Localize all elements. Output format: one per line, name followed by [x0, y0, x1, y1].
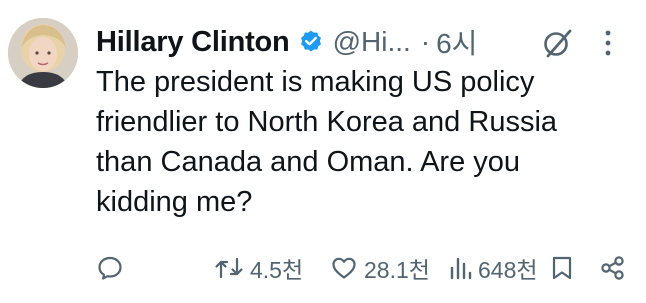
retweet-count: 4.5천	[250, 257, 304, 283]
heart-icon	[332, 257, 356, 279]
header-separator: ·	[420, 26, 431, 57]
views-count: 648천	[478, 257, 538, 283]
views-button[interactable]: 648천	[448, 246, 538, 290]
more-icon[interactable]	[597, 28, 619, 58]
grok-icon[interactable]	[540, 26, 574, 60]
tweet-actions: 4.5천 28.1천 648천	[96, 246, 636, 290]
share-button[interactable]	[599, 246, 627, 290]
like-count: 28.1천	[364, 257, 430, 283]
retweet-button[interactable]: 4.5천	[214, 246, 303, 290]
share-icon	[601, 256, 624, 280]
tweet-time[interactable]: 6시	[436, 22, 477, 62]
bookmark-button[interactable]	[550, 246, 574, 290]
tweet-text: The president is making US policy friend…	[96, 66, 558, 218]
author-name[interactable]: Hillary Clinton	[96, 26, 290, 59]
author-handle[interactable]: @Hi...	[333, 26, 411, 58]
tweet[interactable]: Hillary Clinton @Hi... · 6시 The presiden…	[0, 0, 646, 303]
views-icon	[450, 257, 472, 280]
verified-badge-icon	[300, 30, 321, 52]
reply-button[interactable]	[96, 246, 130, 290]
reply-icon	[98, 256, 122, 280]
retweet-icon	[215, 257, 243, 279]
like-button[interactable]: 28.1천	[330, 246, 430, 290]
avatar-image	[8, 18, 78, 88]
bookmark-icon	[552, 256, 572, 280]
avatar[interactable]	[8, 18, 78, 88]
tweet-header: Hillary Clinton @Hi... · 6시	[96, 22, 477, 62]
